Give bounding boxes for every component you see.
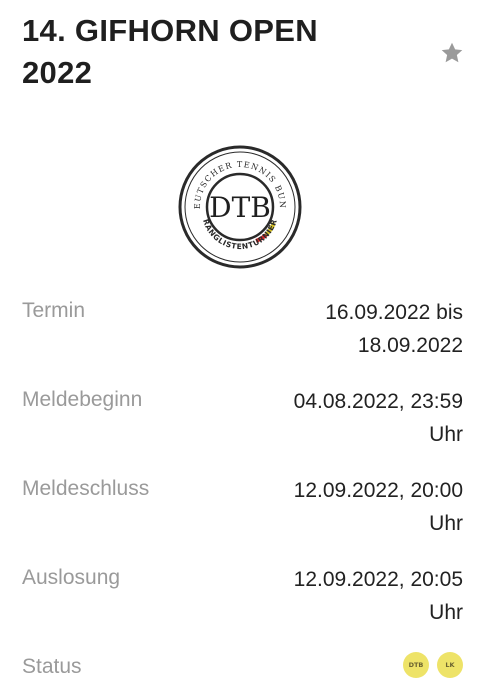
detail-label: Auslosung xyxy=(22,566,121,589)
logo-center-text: DTB xyxy=(209,191,271,224)
star-icon[interactable] xyxy=(439,40,465,66)
detail-value: 16.09.2022 bis 18.09.2022 xyxy=(325,301,463,357)
detail-label: Meldeschluss xyxy=(22,477,150,500)
dtb-logo: DEUTSCHER TENNIS BUND RANGLISTENTURNIER … xyxy=(174,138,302,269)
detail-row-meldeschluss: Meldeschluss 12.09.2022, 20:00 Uhr xyxy=(22,470,463,559)
status-label: Status xyxy=(22,655,82,678)
detail-row-status: Status DTB LK xyxy=(22,648,463,697)
page-title: 14. GIFHORN OPEN 2022 xyxy=(22,13,318,90)
detail-label: Meldebeginn xyxy=(22,388,143,411)
detail-row-termin: Termin 16.09.2022 bis 18.09.2022 xyxy=(22,292,463,381)
details-list: Termin 16.09.2022 bis 18.09.2022 Meldebe… xyxy=(22,292,463,697)
header: 14. GIFHORN OPEN 2022 xyxy=(22,10,463,96)
status-badge-dtb: DTB xyxy=(403,652,429,678)
status-badge-lk: LK xyxy=(437,652,463,678)
detail-value: 12.09.2022, 20:05 Uhr xyxy=(293,568,463,624)
detail-label: Termin xyxy=(22,299,86,322)
detail-row-meldebeginn: Meldebeginn 04.08.2022, 23:59 Uhr xyxy=(22,381,463,470)
detail-value: 12.09.2022, 20:00 Uhr xyxy=(293,479,463,535)
detail-row-auslosung: Auslosung 12.09.2022, 20:05 Uhr xyxy=(22,559,463,648)
detail-value: 04.08.2022, 23:59 Uhr xyxy=(293,390,463,446)
status-badges: DTB LK xyxy=(403,652,463,678)
